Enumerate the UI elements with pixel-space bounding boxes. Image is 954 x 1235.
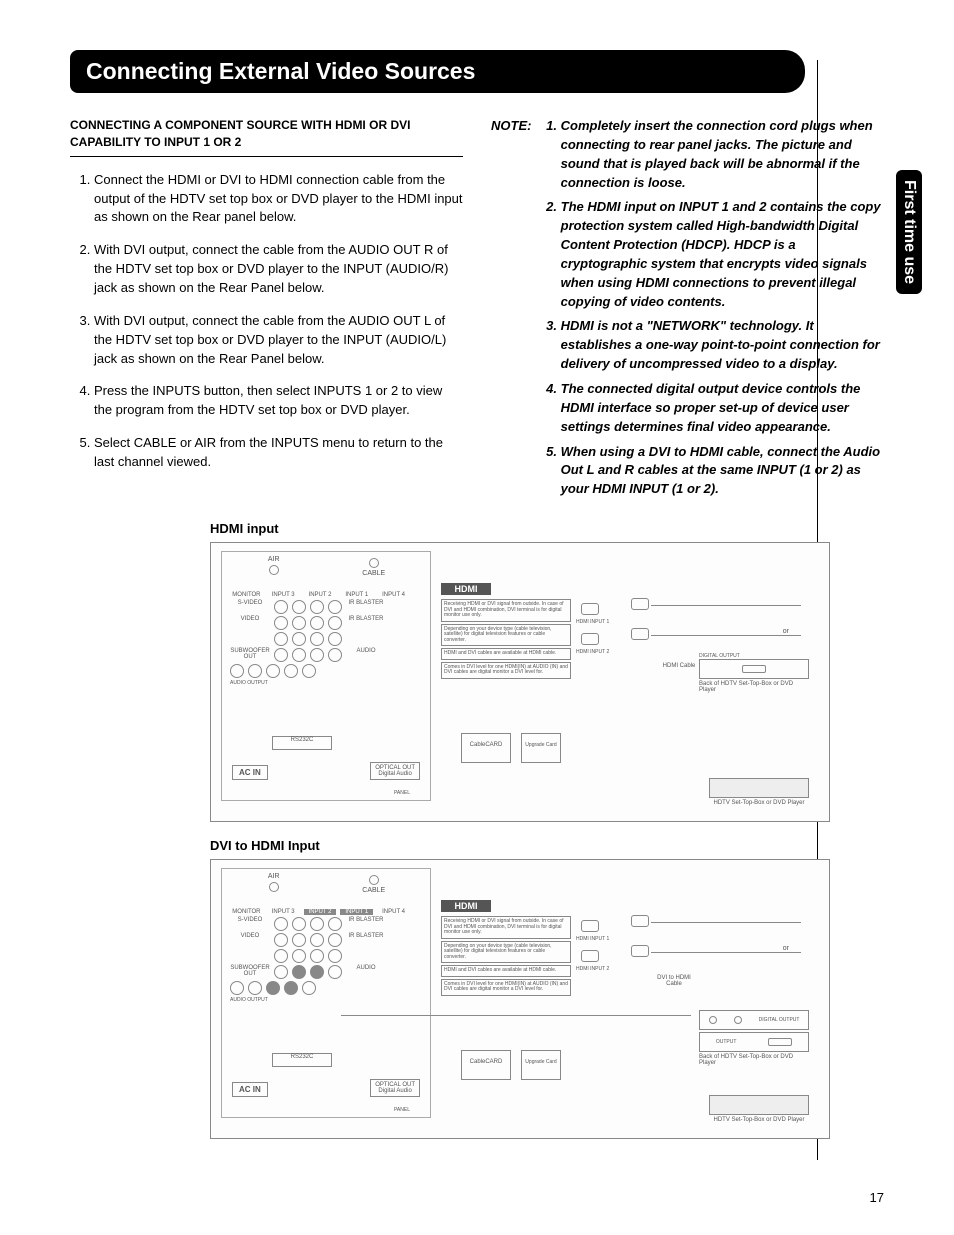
diagram-dvi-section: DVI to HDMI Input AIR CABLE MONITORINPUT… [70, 838, 884, 1139]
note-2: The HDMI input on INPUT 1 and 2 contains… [561, 198, 882, 311]
air-connector-icon [269, 565, 279, 575]
hdmi-ext-port-1 [631, 598, 649, 610]
diagram-hdmi: AIR CABLE MONITORINPUT 3INPUT 2INPUT 1IN… [210, 542, 830, 822]
cable-line-icon [651, 635, 801, 636]
hdmi-cable-label: HDMI Cable [659, 663, 699, 669]
note-5: When using a DVI to HDMI cable, connect … [561, 443, 882, 500]
ac-in-label: AC IN [232, 765, 268, 780]
back-of-device-1: DIGITAL OUTPUT Back of HDTV Set-Top-Box … [699, 653, 809, 693]
hdmi-desc-1: Receiving HDMI or DVI signal from outsid… [441, 599, 571, 622]
hdmi-input-2-label: HDMI INPUT 2 [576, 649, 609, 655]
jack-grid-1: MONITORINPUT 3INPUT 2INPUT 1INPUT 4 S-VI… [230, 592, 410, 686]
hdmi-desc-3: HDMI and DVI cables are available at HDM… [441, 648, 571, 660]
settop-label-1: HDTV Set-Top-Box or DVD Player [709, 800, 809, 806]
ac-in-label-2: AC IN [232, 1082, 268, 1097]
cable-connector-icon [369, 558, 379, 568]
page-title: Connecting External Video Sources [86, 58, 475, 84]
step-4: Press the INPUTS button, then select INP… [94, 382, 463, 420]
cablecard-slot-2: CableCARD [461, 1050, 511, 1080]
rs232-port-2: RS232C [272, 1053, 332, 1067]
audio-output-label: AUDIO OUTPUT [230, 680, 410, 686]
cable-label: CABLE [362, 570, 385, 577]
right-column: NOTE: Completely insert the connection c… [491, 117, 884, 505]
or-label-2: or [783, 945, 789, 952]
hdmi-input-1-port [581, 603, 599, 615]
page-number: 17 [870, 1190, 884, 1205]
note-label: NOTE: [491, 117, 539, 136]
hdmi-input-1-label: HDMI INPUT 1 [576, 619, 609, 625]
panel-label: PANEL [394, 790, 410, 796]
optical-out-2: OPTICAL OUT Digital Audio [370, 1079, 420, 1097]
back-of-device-2: DIGITAL OUTPUT OUTPUT Back of HDTV Set-T… [699, 1010, 809, 1066]
hdmi-input-1-port-2 [581, 920, 599, 932]
hdmi-desc-4: Comes in DVI level for one HDMI(IN) at A… [441, 662, 571, 679]
side-tab: First time use [896, 170, 922, 294]
note-3: HDMI is not a "NETWORK" technology. It e… [561, 317, 882, 374]
audio-cable-line-icon [341, 1015, 691, 1016]
dvi-cable-label: DVI to HDMI Cable [649, 975, 699, 987]
cablecard-slot: CableCARD [461, 733, 511, 763]
air-label-2: AIR [268, 873, 280, 880]
back-of-label-2: Back of HDTV Set-Top-Box or DVD Player [699, 1054, 809, 1066]
content-columns: CONNECTING A COMPONENT SOURCE WITH HDMI … [70, 117, 884, 505]
hdmi-panel-2: HDMI Receiving HDMI or DVI signal from o… [441, 900, 571, 998]
cable-line-icon [651, 952, 801, 953]
section-heading: CONNECTING A COMPONENT SOURCE WITH HDMI … [70, 117, 463, 157]
diagram-hdmi-title: HDMI input [210, 521, 884, 536]
rear-panel-1: AIR CABLE MONITORINPUT 3INPUT 2INPUT 1IN… [221, 551, 431, 801]
diagram-dvi-title: DVI to HDMI Input [210, 838, 884, 853]
upgrade-slot-2: Upgrade Card [521, 1050, 561, 1080]
page-title-bar: Connecting External Video Sources [70, 50, 805, 93]
left-column: CONNECTING A COMPONENT SOURCE WITH HDMI … [70, 117, 463, 505]
or-label-1: or [783, 628, 789, 635]
step-3: With DVI output, connect the cable from … [94, 312, 463, 369]
step-1: Connect the HDMI or DVI to HDMI connecti… [94, 171, 463, 228]
cable-line-icon [651, 922, 801, 923]
back-of-label-1: Back of HDTV Set-Top-Box or DVD Player [699, 681, 809, 693]
air-label: AIR [268, 556, 280, 563]
hdmi-logo-icon: HDMI [441, 583, 491, 595]
jack-grid-2: MONITORINPUT 3INPUT 2INPUT 1INPUT 4 S-VI… [230, 909, 410, 1003]
hdmi-input-2-port-2 [581, 950, 599, 962]
hdmi-desc-2: Depending on your device type (cable tel… [441, 624, 571, 647]
note-list: Completely insert the connection cord pl… [543, 117, 882, 505]
cable-label-2: CABLE [362, 887, 385, 894]
settop-device-2: HDTV Set-Top-Box or DVD Player [709, 1095, 809, 1123]
hdmi-ext-port-2 [631, 628, 649, 640]
cable-line-icon [651, 605, 801, 606]
step-2: With DVI output, connect the cable from … [94, 241, 463, 298]
diagram-dvi: AIR CABLE MONITORINPUT 3INPUT 2INPUT 1IN… [210, 859, 830, 1139]
note-1: Completely insert the connection cord pl… [561, 117, 882, 192]
steps-list: Connect the HDMI or DVI to HDMI connecti… [70, 171, 463, 472]
rs232-port: RS232C [272, 736, 332, 750]
upgrade-slot: Upgrade Card [521, 733, 561, 763]
step-5: Select CABLE or AIR from the INPUTS menu… [94, 434, 463, 472]
settop-label-2: HDTV Set-Top-Box or DVD Player [709, 1117, 809, 1123]
rear-panel-2: AIR CABLE MONITORINPUT 3INPUT 2INPUT 1IN… [221, 868, 431, 1118]
optical-out: OPTICAL OUT Digital Audio [370, 762, 420, 780]
side-tab-label: First time use [901, 180, 918, 284]
settop-device-1: HDTV Set-Top-Box or DVD Player [709, 778, 809, 806]
hdmi-input-2-port [581, 633, 599, 645]
hdmi-panel-1: HDMI Receiving HDMI or DVI signal from o… [441, 583, 571, 681]
hdmi-logo-icon-2: HDMI [441, 900, 491, 912]
diagram-hdmi-section: HDMI input AIR CABLE MONITORINPUT 3INPUT… [70, 521, 884, 822]
note-4: The connected digital output device cont… [561, 380, 882, 437]
